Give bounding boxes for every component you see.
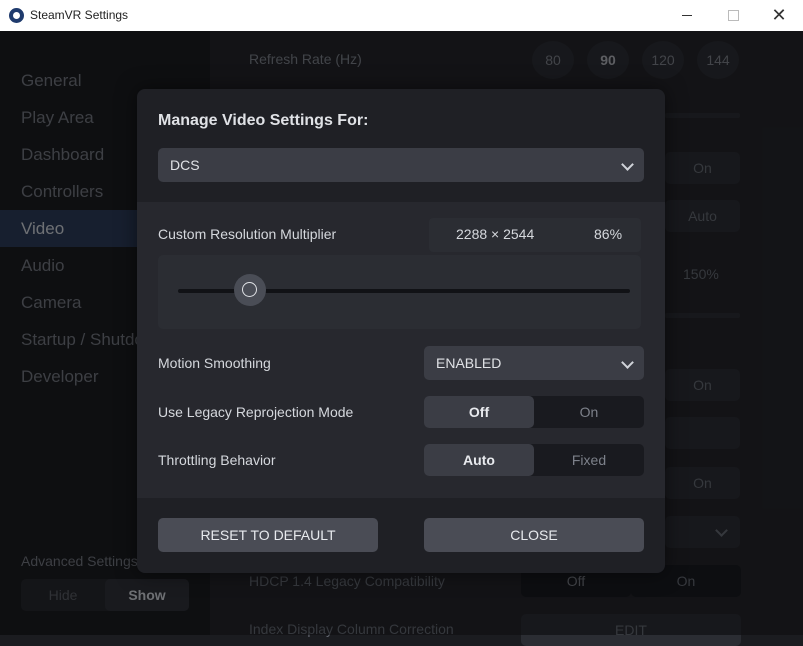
chevron-down-icon	[621, 158, 634, 171]
resolution-slider	[158, 255, 641, 329]
legacy-reprojection-toggle: Off On	[424, 396, 644, 428]
manage-video-settings-dialog: Manage Video Settings For: DCS Custom Re…	[137, 89, 665, 573]
minimize-button[interactable]	[664, 0, 710, 31]
resolution-percent: 86%	[594, 226, 623, 242]
window-title: SteamVR Settings	[30, 8, 129, 22]
close-button[interactable]: CLOSE	[424, 518, 644, 552]
motion-smoothing-label: Motion Smoothing	[158, 355, 271, 371]
title-bar: SteamVR Settings ✕	[0, 0, 803, 31]
maximize-button[interactable]	[710, 0, 756, 31]
minimize-icon	[682, 15, 692, 16]
steamvr-icon	[9, 8, 24, 23]
legacy-off-option[interactable]: Off	[424, 396, 534, 428]
motion-smoothing-dropdown[interactable]: ENABLED	[424, 346, 644, 380]
reset-to-default-button[interactable]: RESET TO DEFAULT	[158, 518, 378, 552]
maximize-icon	[727, 10, 739, 21]
chevron-down-icon	[621, 356, 634, 369]
resolution-multiplier-label: Custom Resolution Multiplier	[158, 226, 337, 242]
dialog-title: Manage Video Settings For:	[158, 112, 369, 129]
close-window-button[interactable]: ✕	[756, 0, 802, 31]
legacy-on-option[interactable]: On	[534, 396, 644, 428]
app-select-value: DCS	[170, 157, 200, 173]
close-icon: ✕	[771, 5, 787, 25]
slider-thumb[interactable]	[234, 274, 267, 306]
throttle-fixed-option[interactable]: Fixed	[534, 444, 644, 476]
motion-smoothing-value: ENABLED	[436, 355, 502, 371]
throttle-auto-option[interactable]: Auto	[424, 444, 534, 476]
resolution-dimensions: 2288 × 2544	[456, 226, 535, 242]
throttling-behavior-label: Throttling Behavior	[158, 452, 276, 468]
legacy-reprojection-label: Use Legacy Reprojection Mode	[158, 404, 354, 420]
app-select-dropdown[interactable]: DCS	[158, 148, 644, 182]
throttling-behavior-toggle: Auto Fixed	[424, 444, 644, 476]
